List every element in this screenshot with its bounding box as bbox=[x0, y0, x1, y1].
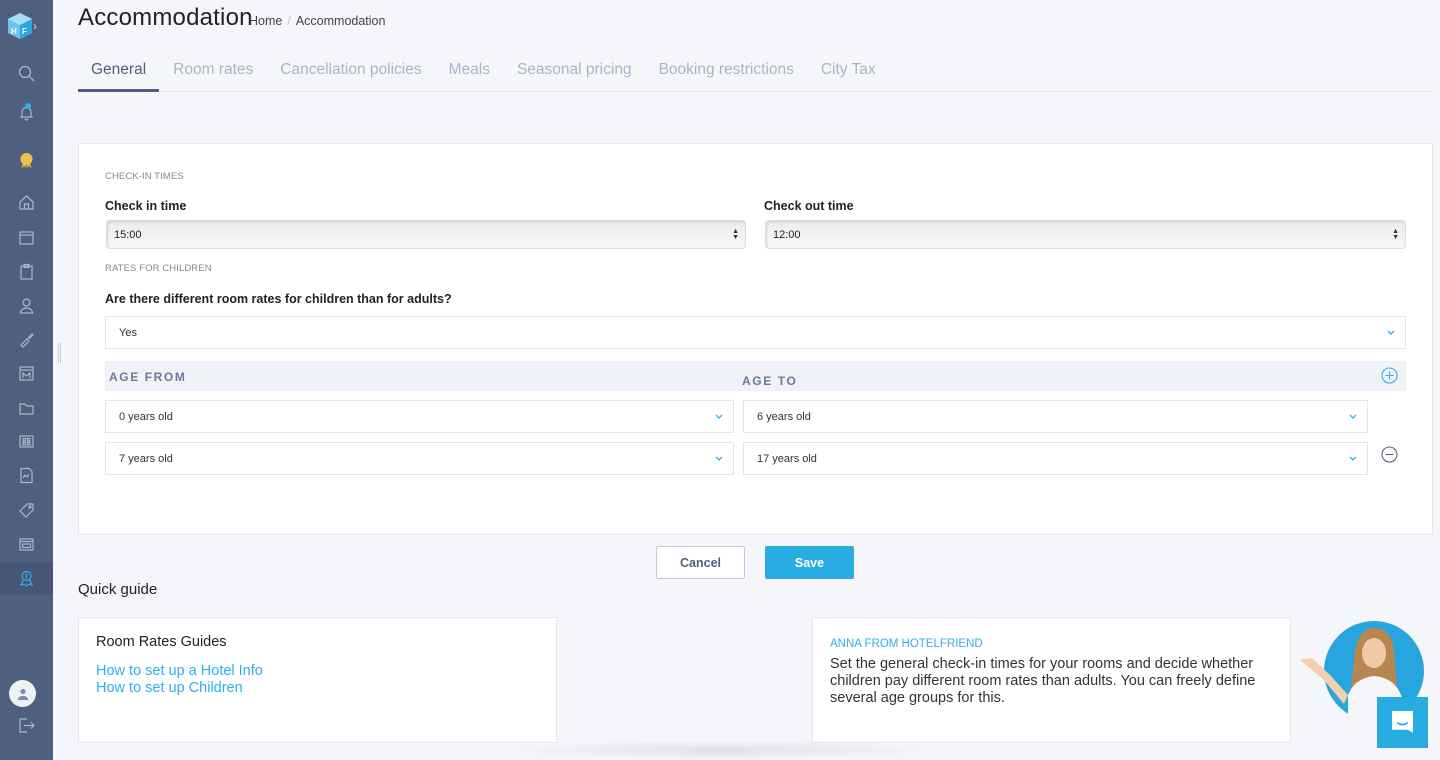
logout-icon[interactable] bbox=[0, 709, 53, 741]
chevron-down-icon bbox=[1387, 330, 1395, 335]
age-to-select[interactable]: 6 years old bbox=[743, 400, 1368, 433]
breadcrumb-current: Accommodation bbox=[295, 14, 386, 28]
chevron-down-icon bbox=[1349, 414, 1357, 419]
checkout-time-label: Check out time bbox=[764, 199, 854, 213]
guide-link-children[interactable]: How to set up Children bbox=[96, 680, 243, 696]
children-rates-question: Are there different room rates for child… bbox=[105, 292, 452, 306]
sidebar: H F › bbox=[0, 0, 53, 760]
svg-text:H: H bbox=[11, 27, 17, 36]
brush-icon[interactable] bbox=[0, 323, 53, 355]
resize-handle[interactable] bbox=[58, 343, 61, 363]
chat-widget-button[interactable] bbox=[1377, 697, 1428, 748]
age-from-value: 0 years old bbox=[119, 411, 173, 423]
tab-cancellation-policies[interactable]: Cancellation policies bbox=[267, 52, 434, 92]
home-icon[interactable] bbox=[0, 186, 53, 218]
award-badge-icon[interactable] bbox=[0, 144, 53, 176]
checkin-time-select[interactable]: 15:00 ▲ ▼ bbox=[106, 220, 746, 249]
breadcrumb-separator: / bbox=[287, 14, 291, 28]
tab-general[interactable]: General bbox=[78, 52, 160, 92]
cancel-button[interactable]: Cancel bbox=[656, 546, 745, 579]
grid-icon[interactable] bbox=[0, 425, 53, 457]
guide-link-hotel-info[interactable]: How to set up a Hotel Info bbox=[96, 663, 263, 679]
age-groups-header: AGE FROM AGE TO bbox=[105, 361, 1406, 391]
tab-bar: General Room rates Cancellation policies… bbox=[78, 52, 1432, 92]
checkout-time-value: 12:00 bbox=[773, 229, 801, 241]
tab-booking-restrictions[interactable]: Booking restrictions bbox=[646, 52, 807, 92]
children-rates-value: Yes bbox=[119, 327, 137, 339]
save-button[interactable]: Save bbox=[765, 546, 854, 579]
bell-icon[interactable] bbox=[0, 96, 53, 128]
tab-meals[interactable]: Meals bbox=[436, 52, 503, 92]
svg-text:F: F bbox=[22, 27, 27, 36]
assistant-tip-text: Set the general check-in times for your … bbox=[830, 656, 1256, 706]
card-window-icon[interactable] bbox=[0, 528, 53, 560]
clipboard-icon[interactable] bbox=[0, 255, 53, 287]
age-to-select[interactable]: 17 years old bbox=[743, 442, 1368, 475]
chevron-down-icon bbox=[715, 456, 723, 461]
checkin-time-value: 15:00 bbox=[114, 229, 142, 241]
notification-dot bbox=[25, 103, 31, 109]
chat-icon bbox=[1392, 711, 1413, 733]
guides-title: Room Rates Guides bbox=[96, 634, 227, 650]
remove-age-group-icon[interactable] bbox=[1381, 446, 1398, 463]
tab-room-rates[interactable]: Room rates bbox=[160, 52, 266, 92]
search-icon[interactable] bbox=[0, 57, 53, 89]
page-title: Accommodation bbox=[78, 4, 253, 31]
age-from-value: 7 years old bbox=[119, 453, 173, 465]
checkin-time-label: Check in time bbox=[105, 199, 187, 213]
age-from-header: AGE FROM bbox=[109, 370, 187, 384]
select-arrows-icon: ▲ ▼ bbox=[732, 228, 739, 241]
age-from-select[interactable]: 0 years old bbox=[105, 400, 734, 433]
assistant-name: ANNA FROM HOTELFRIEND bbox=[830, 638, 983, 650]
chevron-down-icon bbox=[1349, 456, 1357, 461]
age-to-value: 17 years old bbox=[757, 453, 817, 465]
document-chart-icon[interactable] bbox=[0, 459, 53, 491]
assistant-tip-card: ANNA FROM HOTELFRIEND Set the general ch… bbox=[812, 617, 1291, 743]
children-rates-select[interactable]: Yes bbox=[105, 316, 1406, 349]
folder-icon[interactable] bbox=[0, 392, 53, 424]
calendar-icon[interactable] bbox=[0, 221, 53, 253]
checkout-time-select[interactable]: 12:00 ▲ ▼ bbox=[765, 220, 1406, 249]
quick-guide-title: Quick guide bbox=[78, 581, 158, 598]
tab-seasonal-pricing[interactable]: Seasonal pricing bbox=[504, 52, 645, 92]
general-settings-card: CHECK-IN TIMES Check in time 15:00 ▲ ▼ Ch… bbox=[78, 143, 1433, 535]
age-to-value: 6 years old bbox=[757, 411, 811, 423]
age-from-select[interactable]: 7 years old bbox=[105, 442, 734, 475]
avatar[interactable] bbox=[9, 680, 36, 707]
bottom-shadow bbox=[500, 740, 940, 760]
room-rates-guides-card: Room Rates Guides How to set up a Hotel … bbox=[78, 617, 557, 743]
checkin-times-caption: CHECK-IN TIMES bbox=[105, 171, 184, 182]
breadcrumb: Home / Accommodation bbox=[249, 14, 385, 28]
chevron-down-icon bbox=[715, 414, 723, 419]
hotelfriend-logo-icon[interactable]: H F bbox=[7, 12, 33, 40]
select-arrows-icon: ▲ ▼ bbox=[1392, 228, 1399, 241]
tab-city-tax[interactable]: City Tax bbox=[808, 52, 889, 92]
age-to-header: AGE TO bbox=[742, 374, 798, 388]
price-tag-icon[interactable] bbox=[0, 494, 53, 526]
money-certificate-icon[interactable] bbox=[0, 562, 53, 594]
hotel-building-icon[interactable] bbox=[0, 357, 53, 389]
breadcrumb-home-link[interactable]: Home bbox=[249, 14, 282, 28]
rates-for-children-caption: RATES FOR CHILDREN bbox=[105, 263, 212, 274]
expand-sidebar-chevron-icon[interactable]: › bbox=[33, 19, 37, 33]
user-icon[interactable] bbox=[0, 289, 53, 321]
add-age-group-icon[interactable] bbox=[1381, 367, 1398, 384]
